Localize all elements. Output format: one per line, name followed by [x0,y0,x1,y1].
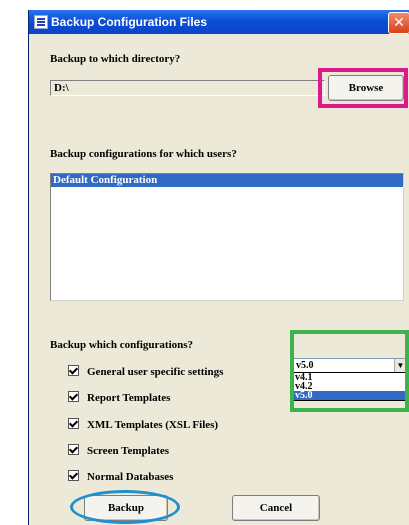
checkbox-checked-icon[interactable] [68,470,79,481]
checkbox-report-templates[interactable]: Report Templates [68,391,170,404]
checkbox-general-settings[interactable]: General user specific settings [68,365,223,378]
version-highlight-box [290,330,409,412]
checkbox-screen-templates[interactable]: Screen Templates [68,444,169,457]
users-label: Backup configurations for which users? [50,148,237,160]
list-item-default-configuration[interactable]: Default Configuration [51,174,403,187]
checkbox-xml-templates[interactable]: XML Templates (XSL Files) [68,418,218,431]
backup-highlight-ellipse [70,490,180,524]
title-bar[interactable]: Backup Configuration Files ✕ [29,10,409,34]
checkbox-checked-icon[interactable] [68,418,79,429]
close-button[interactable]: ✕ [388,12,409,34]
checkbox-checked-icon[interactable] [68,444,79,455]
checkbox-checked-icon[interactable] [68,365,79,376]
directory-field[interactable]: D:\ [50,80,325,96]
checkbox-checked-icon[interactable] [68,391,79,402]
users-listbox[interactable]: Default Configuration [50,173,404,301]
app-icon [34,15,48,29]
cancel-button[interactable]: Cancel [232,495,320,521]
configs-label: Backup which configurations? [50,339,194,351]
directory-label: Backup to which directory? [50,53,181,65]
browse-highlight-box [318,68,408,108]
window-title: Backup Configuration Files [51,15,208,29]
checkbox-normal-databases[interactable]: Normal Databases [68,470,173,483]
